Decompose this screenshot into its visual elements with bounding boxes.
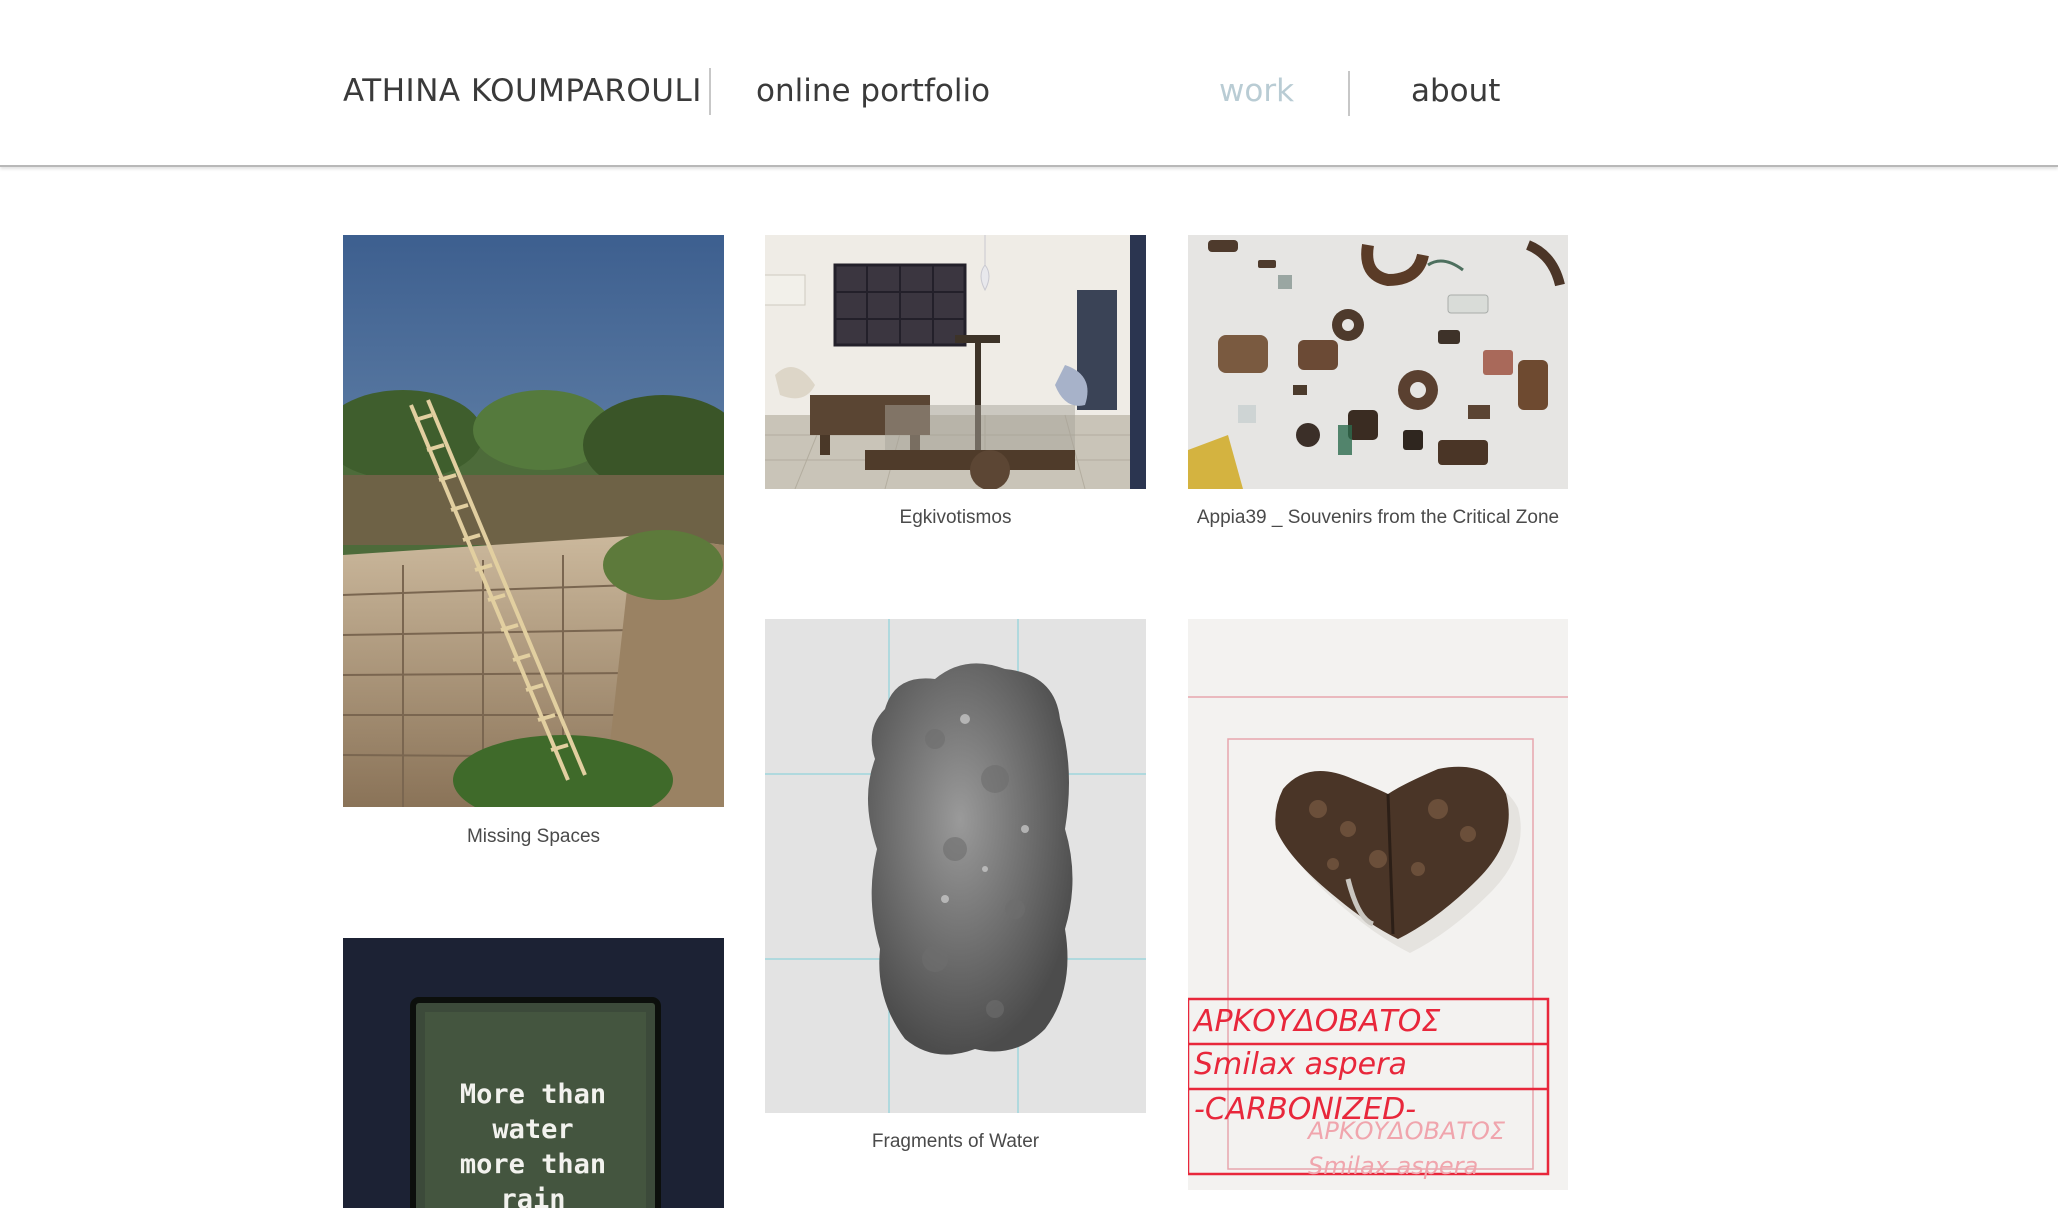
- gallery-item-missing-spaces[interactable]: [343, 235, 724, 807]
- gallery-caption-missing-spaces[interactable]: Missing Spaces: [343, 825, 724, 849]
- text-screen-photo: More than water more than rain: [343, 938, 724, 1208]
- gallery-item-egkivotismos[interactable]: [765, 235, 1146, 489]
- carbonized-leaf-photo: ΑΡΚΟΥΔΟΒΑΤΟΣ Smilax aspera -CARBONIZED- …: [1188, 619, 1568, 1190]
- ladder-ruins-photo: [343, 235, 724, 807]
- screen-text-line-2: water: [492, 1114, 573, 1145]
- screen-text-line-1: More than: [460, 1079, 606, 1110]
- site-name[interactable]: ATHINA KOUMPAROULI: [343, 71, 702, 111]
- gallery-caption-egkivotismos[interactable]: Egkivotismos: [765, 506, 1146, 530]
- gallery-item-fragments-of-water[interactable]: [765, 619, 1146, 1113]
- studio-installation-photo: [765, 235, 1146, 489]
- svg-text:ΑΡΚΟΥΔΟΒΑΤΟΣ: ΑΡΚΟΥΔΟΒΑΤΟΣ: [1306, 1117, 1506, 1145]
- site-header: ATHINA KOUMPAROULI online portfolio work…: [0, 0, 2058, 167]
- gallery-caption-appia39[interactable]: Appia39 _ Souvenirs from the Critical Zo…: [1188, 506, 1568, 530]
- nav-divider: [1348, 71, 1350, 116]
- header-divider: [709, 68, 711, 115]
- gallery-caption-fragments-of-water[interactable]: Fragments of Water: [765, 1130, 1146, 1154]
- site-tagline: online portfolio: [756, 73, 991, 109]
- label-greek-name: ΑΡΚΟΥΔΟΒΑΤΟΣ: [1192, 1004, 1440, 1039]
- gallery-item-more-than-water[interactable]: More than water more than rain: [343, 938, 724, 1208]
- nav-about[interactable]: about: [1411, 71, 1500, 111]
- gallery-item-carbonized-leaf[interactable]: ΑΡΚΟΥΔΟΒΑΤΟΣ Smilax aspera -CARBONIZED- …: [1188, 619, 1568, 1190]
- svg-text:Smilax aspera: Smilax aspera: [1308, 1152, 1478, 1180]
- stone-fragment-photo: [765, 619, 1146, 1113]
- screen-text-line-4: rain: [500, 1184, 565, 1208]
- label-latin-name: Smilax aspera: [1194, 1047, 1407, 1082]
- screen-text-line-3: more than: [460, 1149, 606, 1180]
- found-objects-photo: [1188, 235, 1568, 489]
- nav-work[interactable]: work: [1219, 71, 1294, 111]
- gallery-item-appia39[interactable]: [1188, 235, 1568, 489]
